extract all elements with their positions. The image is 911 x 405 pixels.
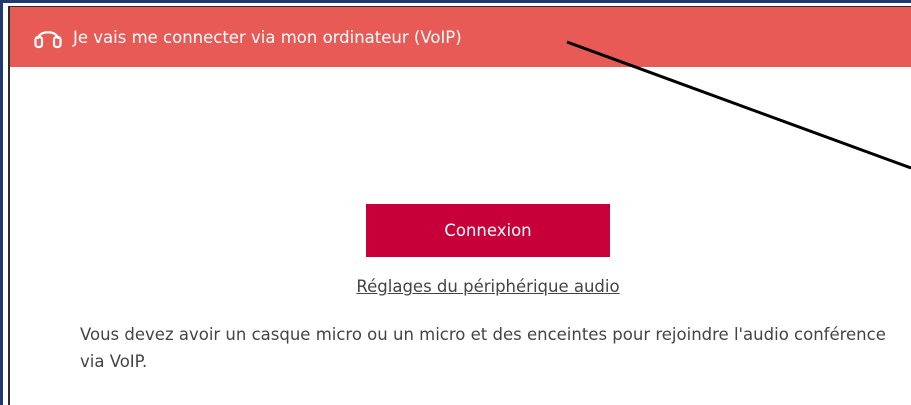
header-title: Je vais me connecter via mon ordinateur …: [73, 27, 462, 47]
voip-requirements-text: Vous devez avoir un casque micro ou un m…: [80, 325, 886, 371]
voip-header[interactable]: Je vais me connecter via mon ordinateur …: [10, 7, 911, 67]
connect-button[interactable]: Connexion: [366, 204, 610, 257]
audio-settings-link[interactable]: Réglages du périphérique audio: [331, 277, 645, 296]
headset-icon: [31, 20, 65, 54]
